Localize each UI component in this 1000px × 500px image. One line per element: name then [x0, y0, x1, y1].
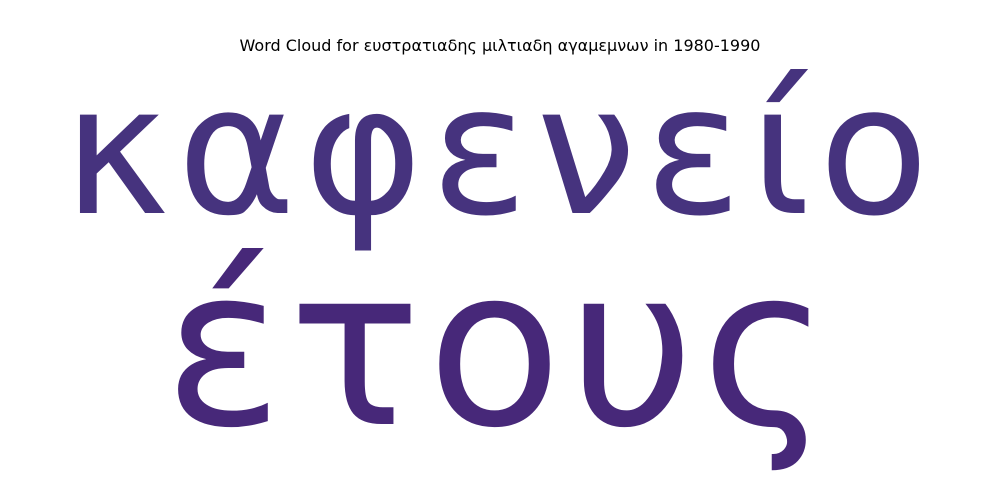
word-cloud-canvas: Word Cloud for ευστρατιαδης μιλτιαδη αγα…: [0, 0, 1000, 500]
word-etous: έτους: [163, 220, 837, 476]
word-kafeneio: καφενείο: [63, 47, 937, 256]
